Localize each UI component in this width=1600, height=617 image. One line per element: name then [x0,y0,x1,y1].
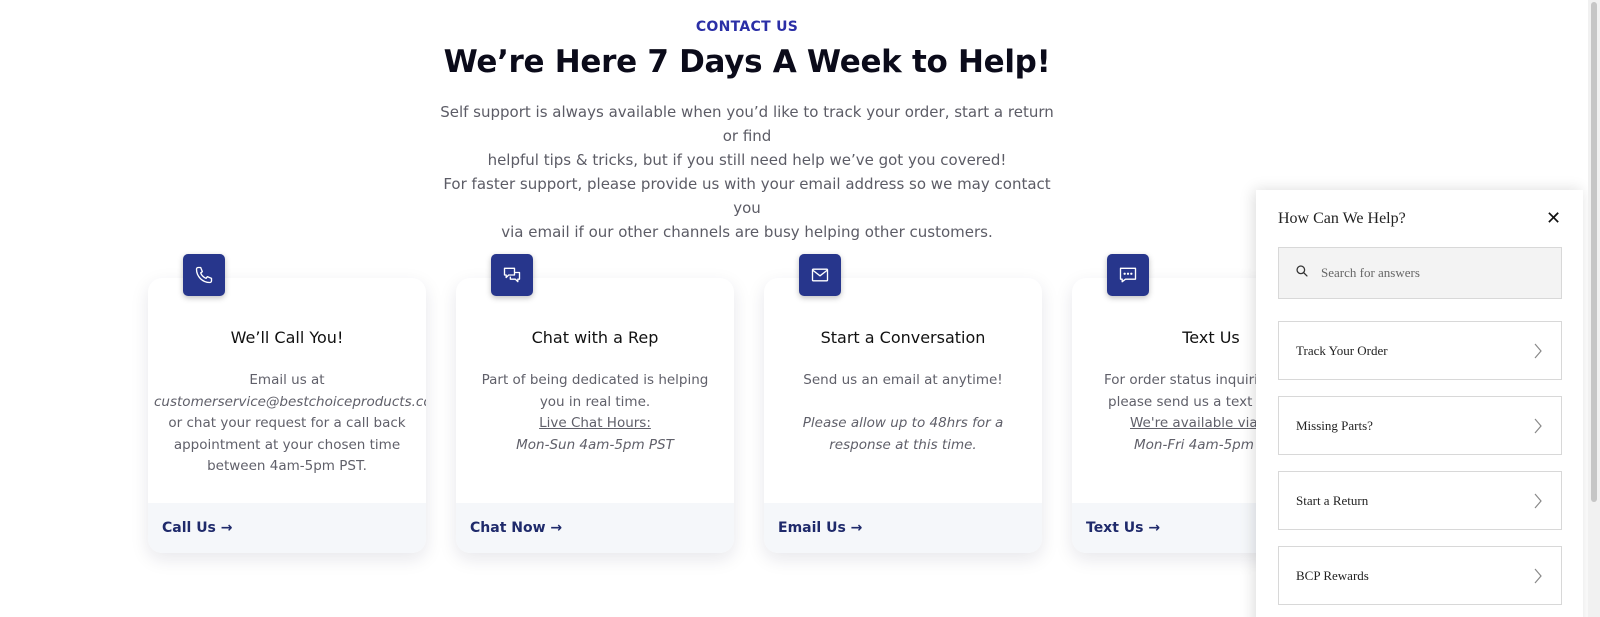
card-body: Email us at customerservice@bestchoicepr… [154,370,426,478]
section-eyebrow: CONTACT US [695,19,799,35]
support-email: customerservice@bestchoiceproducts.com [154,393,426,410]
card-note: Please allow up to 48hrs for a [802,415,1004,431]
help-option-track-order[interactable]: Track Your Order [1278,321,1562,380]
card-text: Send us an email at anytime! [803,372,1003,388]
page-scrollbar[interactable] [1588,0,1600,617]
envelope-icon [799,254,841,296]
card-title: Chat with a Rep [531,328,659,347]
chevron-right-icon [1533,342,1543,364]
phone-icon [183,254,225,296]
email-us-link[interactable]: Email Us → [764,503,1042,553]
card-text: Email us at [249,372,325,388]
call-us-link[interactable]: Call Us → [148,503,426,553]
message-icon [1107,254,1149,296]
help-panel: How Can We Help? ✕ Track Your Order Miss… [1256,190,1583,617]
chevron-right-icon [1533,567,1543,589]
chat-hours: Mon-Sun 4am-5pm PST [516,436,674,453]
help-option-start-return[interactable]: Start a Return [1278,471,1562,530]
card-body: Send us an email at anytime! Please allo… [778,370,1028,456]
chevron-right-icon [1533,492,1543,514]
intro-line: via email if our other channels are busy… [501,223,993,241]
help-option-label: BCP Rewards [1296,567,1369,583]
help-option-label: Missing Parts? [1296,417,1373,433]
help-search-box[interactable] [1278,247,1562,299]
intro-line: For faster support, please provide us wi… [443,175,1051,217]
card-text: you in real time. [539,393,651,410]
intro-text: Self support is always available when yo… [437,100,1057,244]
page-title: We’re Here 7 Days A Week to Help! [443,44,1051,80]
chat-bubbles-icon [491,254,533,296]
close-icon[interactable]: ✕ [1546,208,1561,228]
card-text: between 4am-5pm PST. [207,458,367,474]
contact-card-email: Start a Conversation Send us an email at… [764,278,1042,553]
chevron-right-icon [1533,417,1543,439]
card-text: appointment at your chosen time [173,436,401,453]
card-text: Part of being dedicated is helping [481,372,709,388]
card-title: Start a Conversation [820,328,986,347]
chat-hours-label: Live Chat Hours: [539,415,651,431]
contact-card-chat: Chat with a Rep Part of being dedicated … [456,278,734,553]
card-title: We’ll Call You! [230,328,344,347]
card-note: response at this time. [829,436,977,453]
intro-line: helpful tips & tricks, but if you still … [487,151,1007,169]
help-option-label: Track Your Order [1296,342,1388,358]
card-body: Part of being dedicated is helping you i… [470,370,720,456]
help-option-missing-parts[interactable]: Missing Parts? [1278,396,1562,455]
help-search-input[interactable] [1321,265,1541,281]
card-text: or chat your request for a call back [168,415,406,431]
contact-card-call: We’ll Call You! Email us at customerserv… [148,278,426,553]
help-option-bcp-rewards[interactable]: BCP Rewards [1278,546,1562,605]
search-icon [1295,264,1309,283]
chat-now-link[interactable]: Chat Now → [456,503,734,553]
help-option-label: Start a Return [1296,492,1369,508]
help-panel-title: How Can We Help? [1278,210,1406,227]
intro-line: Self support is always available when yo… [440,103,1054,145]
scrollbar-thumb[interactable] [1591,2,1597,502]
